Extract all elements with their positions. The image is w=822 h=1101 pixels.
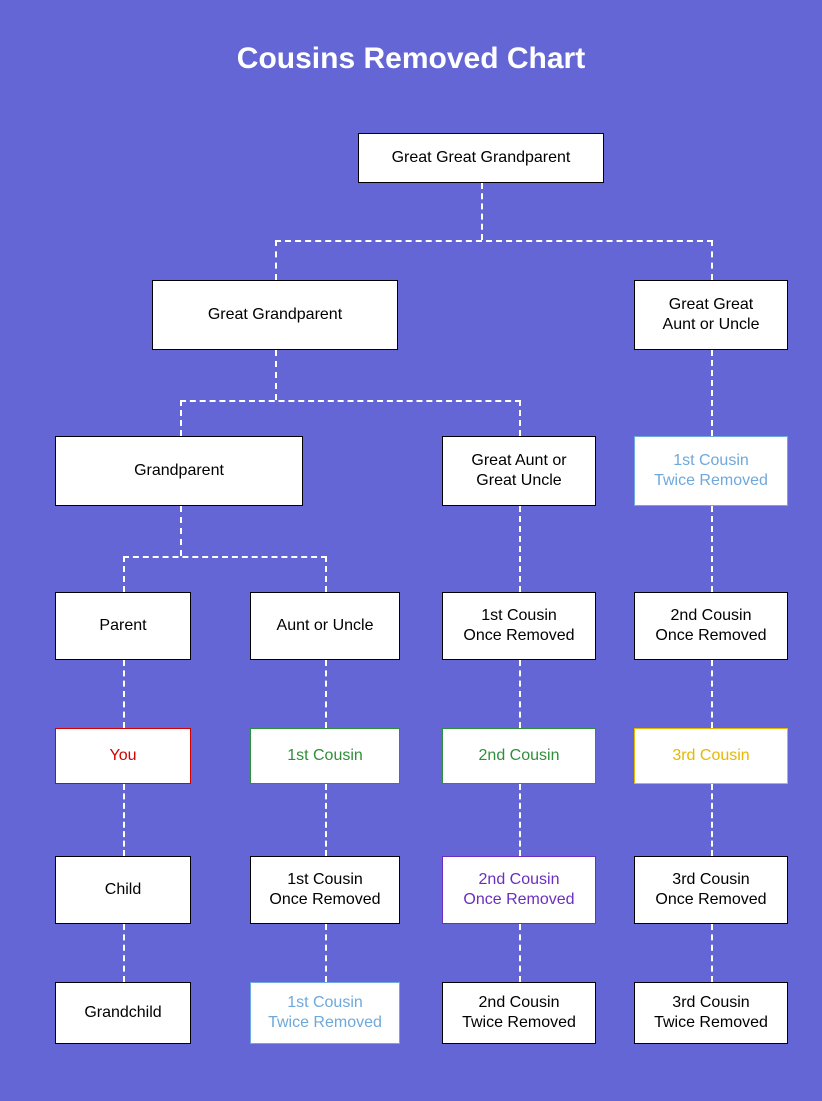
connector — [123, 924, 125, 982]
node-aunt: Aunt or Uncle — [250, 592, 400, 660]
connector — [325, 784, 327, 856]
node-3c: 3rd Cousin — [634, 728, 788, 784]
connector — [123, 556, 327, 558]
connector — [123, 784, 125, 856]
connector — [519, 400, 521, 436]
node-2c: 2nd Cousin — [442, 728, 596, 784]
node-3c-twice-removed-lower: 3rd CousinTwice Removed — [634, 982, 788, 1044]
connector — [325, 556, 327, 592]
node-child: Child — [55, 856, 191, 924]
node-3c-once-removed-lower: 3rd CousinOnce Removed — [634, 856, 788, 924]
node-parent: Parent — [55, 592, 191, 660]
connector — [123, 660, 125, 728]
node-grandchild: Grandchild — [55, 982, 191, 1044]
connector — [519, 784, 521, 856]
connector — [711, 924, 713, 982]
connector — [325, 660, 327, 728]
node-1c-twice-removed-upper: 1st CousinTwice Removed — [634, 436, 788, 506]
connector — [180, 400, 182, 436]
connector — [519, 506, 521, 592]
node-2c-twice-removed-lower: 2nd CousinTwice Removed — [442, 982, 596, 1044]
node-1c: 1st Cousin — [250, 728, 400, 784]
connector — [123, 556, 125, 592]
node-1c-once-removed-lower: 1st CousinOnce Removed — [250, 856, 400, 924]
connector — [519, 924, 521, 982]
connector — [519, 660, 521, 728]
connector — [711, 506, 713, 592]
page-title: Cousins Removed Chart — [0, 42, 822, 76]
node-2c-once-removed-upper: 2nd CousinOnce Removed — [634, 592, 788, 660]
connector — [275, 350, 277, 400]
node-1c-twice-removed-lower: 1st CousinTwice Removed — [250, 982, 400, 1044]
node-1c-once-removed-upper: 1st CousinOnce Removed — [442, 592, 596, 660]
node-gg-aunt: Great GreatAunt or Uncle — [634, 280, 788, 350]
connector — [711, 660, 713, 728]
connector — [275, 240, 713, 242]
connector — [711, 350, 713, 436]
node-ggp: Great Grandparent — [152, 280, 398, 350]
connector — [275, 240, 277, 280]
node-grandparent: Grandparent — [55, 436, 303, 506]
node-ggg: Great Great Grandparent — [358, 133, 604, 183]
node-2c-once-removed-lower: 2nd CousinOnce Removed — [442, 856, 596, 924]
connector — [711, 240, 713, 280]
connector — [180, 400, 521, 402]
node-great-aunt: Great Aunt orGreat Uncle — [442, 436, 596, 506]
connector — [180, 506, 182, 556]
connector — [711, 784, 713, 856]
connector — [325, 924, 327, 982]
connector — [481, 183, 483, 240]
node-you: You — [55, 728, 191, 784]
